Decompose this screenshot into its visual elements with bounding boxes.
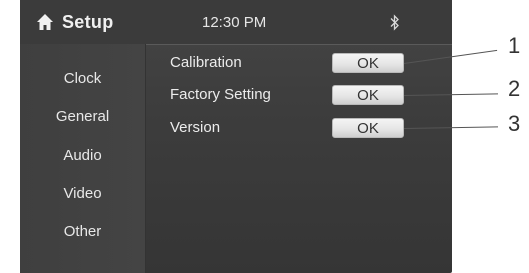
version-ok-button[interactable]: OK — [332, 118, 404, 138]
home-icon[interactable] — [36, 13, 54, 31]
callout-number-2: 2 — [508, 76, 521, 101]
version-label: Version — [170, 119, 221, 136]
device-screen: Setup 12:30 PM Clock General Audio Video… — [20, 0, 452, 273]
bluetooth-icon — [390, 14, 399, 31]
sidebar-item-general[interactable]: General — [20, 106, 145, 128]
calibration-ok-button[interactable]: OK — [332, 53, 404, 73]
sidebar-item-video[interactable]: Video — [20, 183, 145, 205]
settings-sidebar: Clock General Audio Video Other — [20, 44, 146, 273]
sidebar-item-audio[interactable]: Audio — [20, 145, 145, 167]
calibration-label: Calibration — [170, 54, 242, 71]
callout-number-1: 1 — [508, 33, 521, 58]
top-bar: Setup 12:30 PM — [20, 0, 452, 45]
sidebar-item-clock[interactable]: Clock — [20, 68, 145, 90]
factory-setting-label: Factory Setting — [170, 86, 271, 103]
page-title: Setup — [62, 12, 114, 32]
manual-figure: Setup 12:30 PM Clock General Audio Video… — [0, 0, 529, 273]
factory-setting-ok-button[interactable]: OK — [332, 85, 404, 105]
callout-number-3: 3 — [508, 111, 521, 136]
sidebar-item-other[interactable]: Other — [20, 221, 145, 243]
clock-display: 12:30 PM — [202, 14, 267, 31]
